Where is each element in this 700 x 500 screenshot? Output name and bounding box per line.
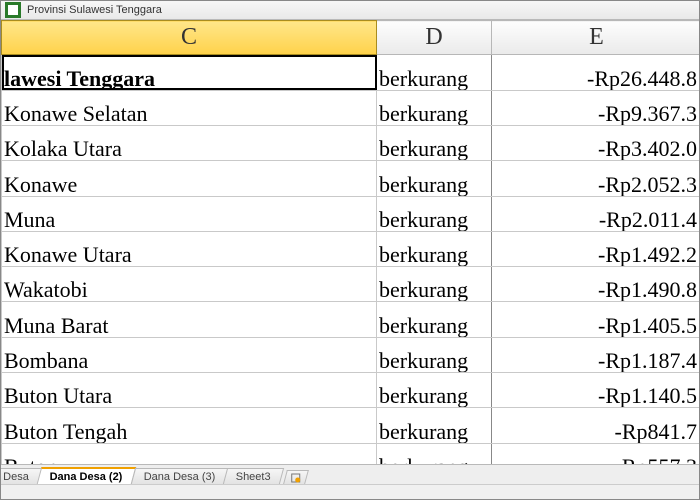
sheet-tab[interactable]: ana Desa [1,468,42,484]
table-row: lawesi Tenggaraberkurang-Rp26.448.8 [2,55,700,90]
cell-region-name[interactable]: Konawe Utara [2,231,377,266]
cell-change-direction[interactable]: berkurang [377,443,492,464]
cell-region-name[interactable]: Muna Barat [2,302,377,337]
worksheet-grid[interactable]: C D E lawesi Tenggaraberkurang-Rp26.448.… [1,20,699,464]
window-title: Provinsi Sulawesi Tenggara [25,4,162,16]
table-row: Wakatobiberkurang-Rp1.490.8 [2,267,700,302]
column-header-C[interactable]: C [2,21,377,55]
cell-region-name[interactable]: Wakatobi [2,267,377,302]
workbook-icon [5,2,21,18]
table-row: Konawe Utaraberkurang-Rp1.492.2 [2,231,700,266]
cell-change-direction[interactable]: berkurang [377,337,492,372]
column-header-row: C D E [2,21,700,55]
cell-region-name[interactable]: Buton Tengah [2,408,377,443]
cell-amount[interactable]: -Rp2.052.3 [492,161,700,196]
sheet-tab-label: ana Desa [1,471,29,483]
sheet-tab-label: Sheet3 [236,471,271,483]
cell-region-name[interactable]: Muna [2,196,377,231]
table-row: Bombanaberkurang-Rp1.187.4 [2,337,700,372]
cell-change-direction[interactable]: berkurang [377,196,492,231]
cell-region-name[interactable]: Konawe [2,161,377,196]
cell-amount[interactable]: -Rp1.187.4 [492,337,700,372]
sheet-tab[interactable]: Dana Desa (2) [37,467,136,484]
table-row: Muna Baratberkurang-Rp1.405.5 [2,302,700,337]
cell-region-name[interactable]: Buton Utara [2,373,377,408]
cell-amount[interactable]: -Rp1.490.8 [492,267,700,302]
table-row: Munaberkurang-Rp2.011.4 [2,196,700,231]
cell-region-name[interactable]: Konawe Selatan [2,90,377,125]
sheet-tab-label: Dana Desa (3) [144,471,216,483]
cell-amount[interactable]: -Rp1.492.2 [492,231,700,266]
table-row: Buton Utaraberkurang-Rp1.140.5 [2,373,700,408]
sheet-tab-strip: ana Desa Dana Desa (2) Dana Desa (3) Sheet3 [1,464,699,483]
table-row: Buton Tengahberkurang-Rp841.7 [2,408,700,443]
cell-change-direction[interactable]: berkurang [377,408,492,443]
cell-change-direction[interactable]: berkurang [377,231,492,266]
table-row: Kolaka Utaraberkurang-Rp3.402.0 [2,125,700,160]
cell-amount[interactable]: -Rp9.367.3 [492,90,700,125]
cell-amount[interactable]: -Rp1.405.5 [492,302,700,337]
cell-change-direction[interactable]: berkurang [377,267,492,302]
cells-table: C D E lawesi Tenggaraberkurang-Rp26.448.… [1,20,699,464]
cell-amount[interactable]: -Rp3.402.0 [492,125,700,160]
cell-amount[interactable]: -Rp2.011.4 [492,196,700,231]
titlebar: Provinsi Sulawesi Tenggara [1,1,699,20]
table-row: Konawe Selatanberkurang-Rp9.367.3 [2,90,700,125]
new-sheet-icon [291,472,301,482]
sheet-tab-label: Dana Desa (2) [50,471,123,483]
column-header-D[interactable]: D [377,21,492,55]
table-row: Konaweberkurang-Rp2.052.3 [2,161,700,196]
sheet-tab[interactable]: Dana Desa (3) [131,468,229,484]
table-row: Butonberkurang-Rp557.3 [2,443,700,464]
horizontal-scrollbar[interactable] [1,484,699,500]
cell-amount[interactable]: -Rp557.3 [492,443,700,464]
cell-change-direction[interactable]: berkurang [377,90,492,125]
cell-region-name[interactable]: Bombana [2,337,377,372]
spreadsheet-window: Provinsi Sulawesi Tenggara C D E lawesi … [0,0,700,500]
cell-change-direction[interactable]: berkurang [377,302,492,337]
cell-change-direction[interactable]: berkurang [377,161,492,196]
sheet-tab[interactable]: Sheet3 [223,468,284,484]
cell-amount[interactable]: -Rp26.448.8 [492,55,700,90]
cell-region-name[interactable]: lawesi Tenggara [2,55,377,90]
cell-change-direction[interactable]: berkurang [377,373,492,408]
cell-region-name[interactable]: Buton [2,443,377,464]
cell-change-direction[interactable]: berkurang [377,125,492,160]
new-sheet-button[interactable] [283,470,309,484]
cell-amount[interactable]: -Rp1.140.5 [492,373,700,408]
cell-amount[interactable]: -Rp841.7 [492,408,700,443]
cell-change-direction[interactable]: berkurang [377,55,492,90]
cell-region-name[interactable]: Kolaka Utara [2,125,377,160]
column-header-E[interactable]: E [492,21,700,55]
